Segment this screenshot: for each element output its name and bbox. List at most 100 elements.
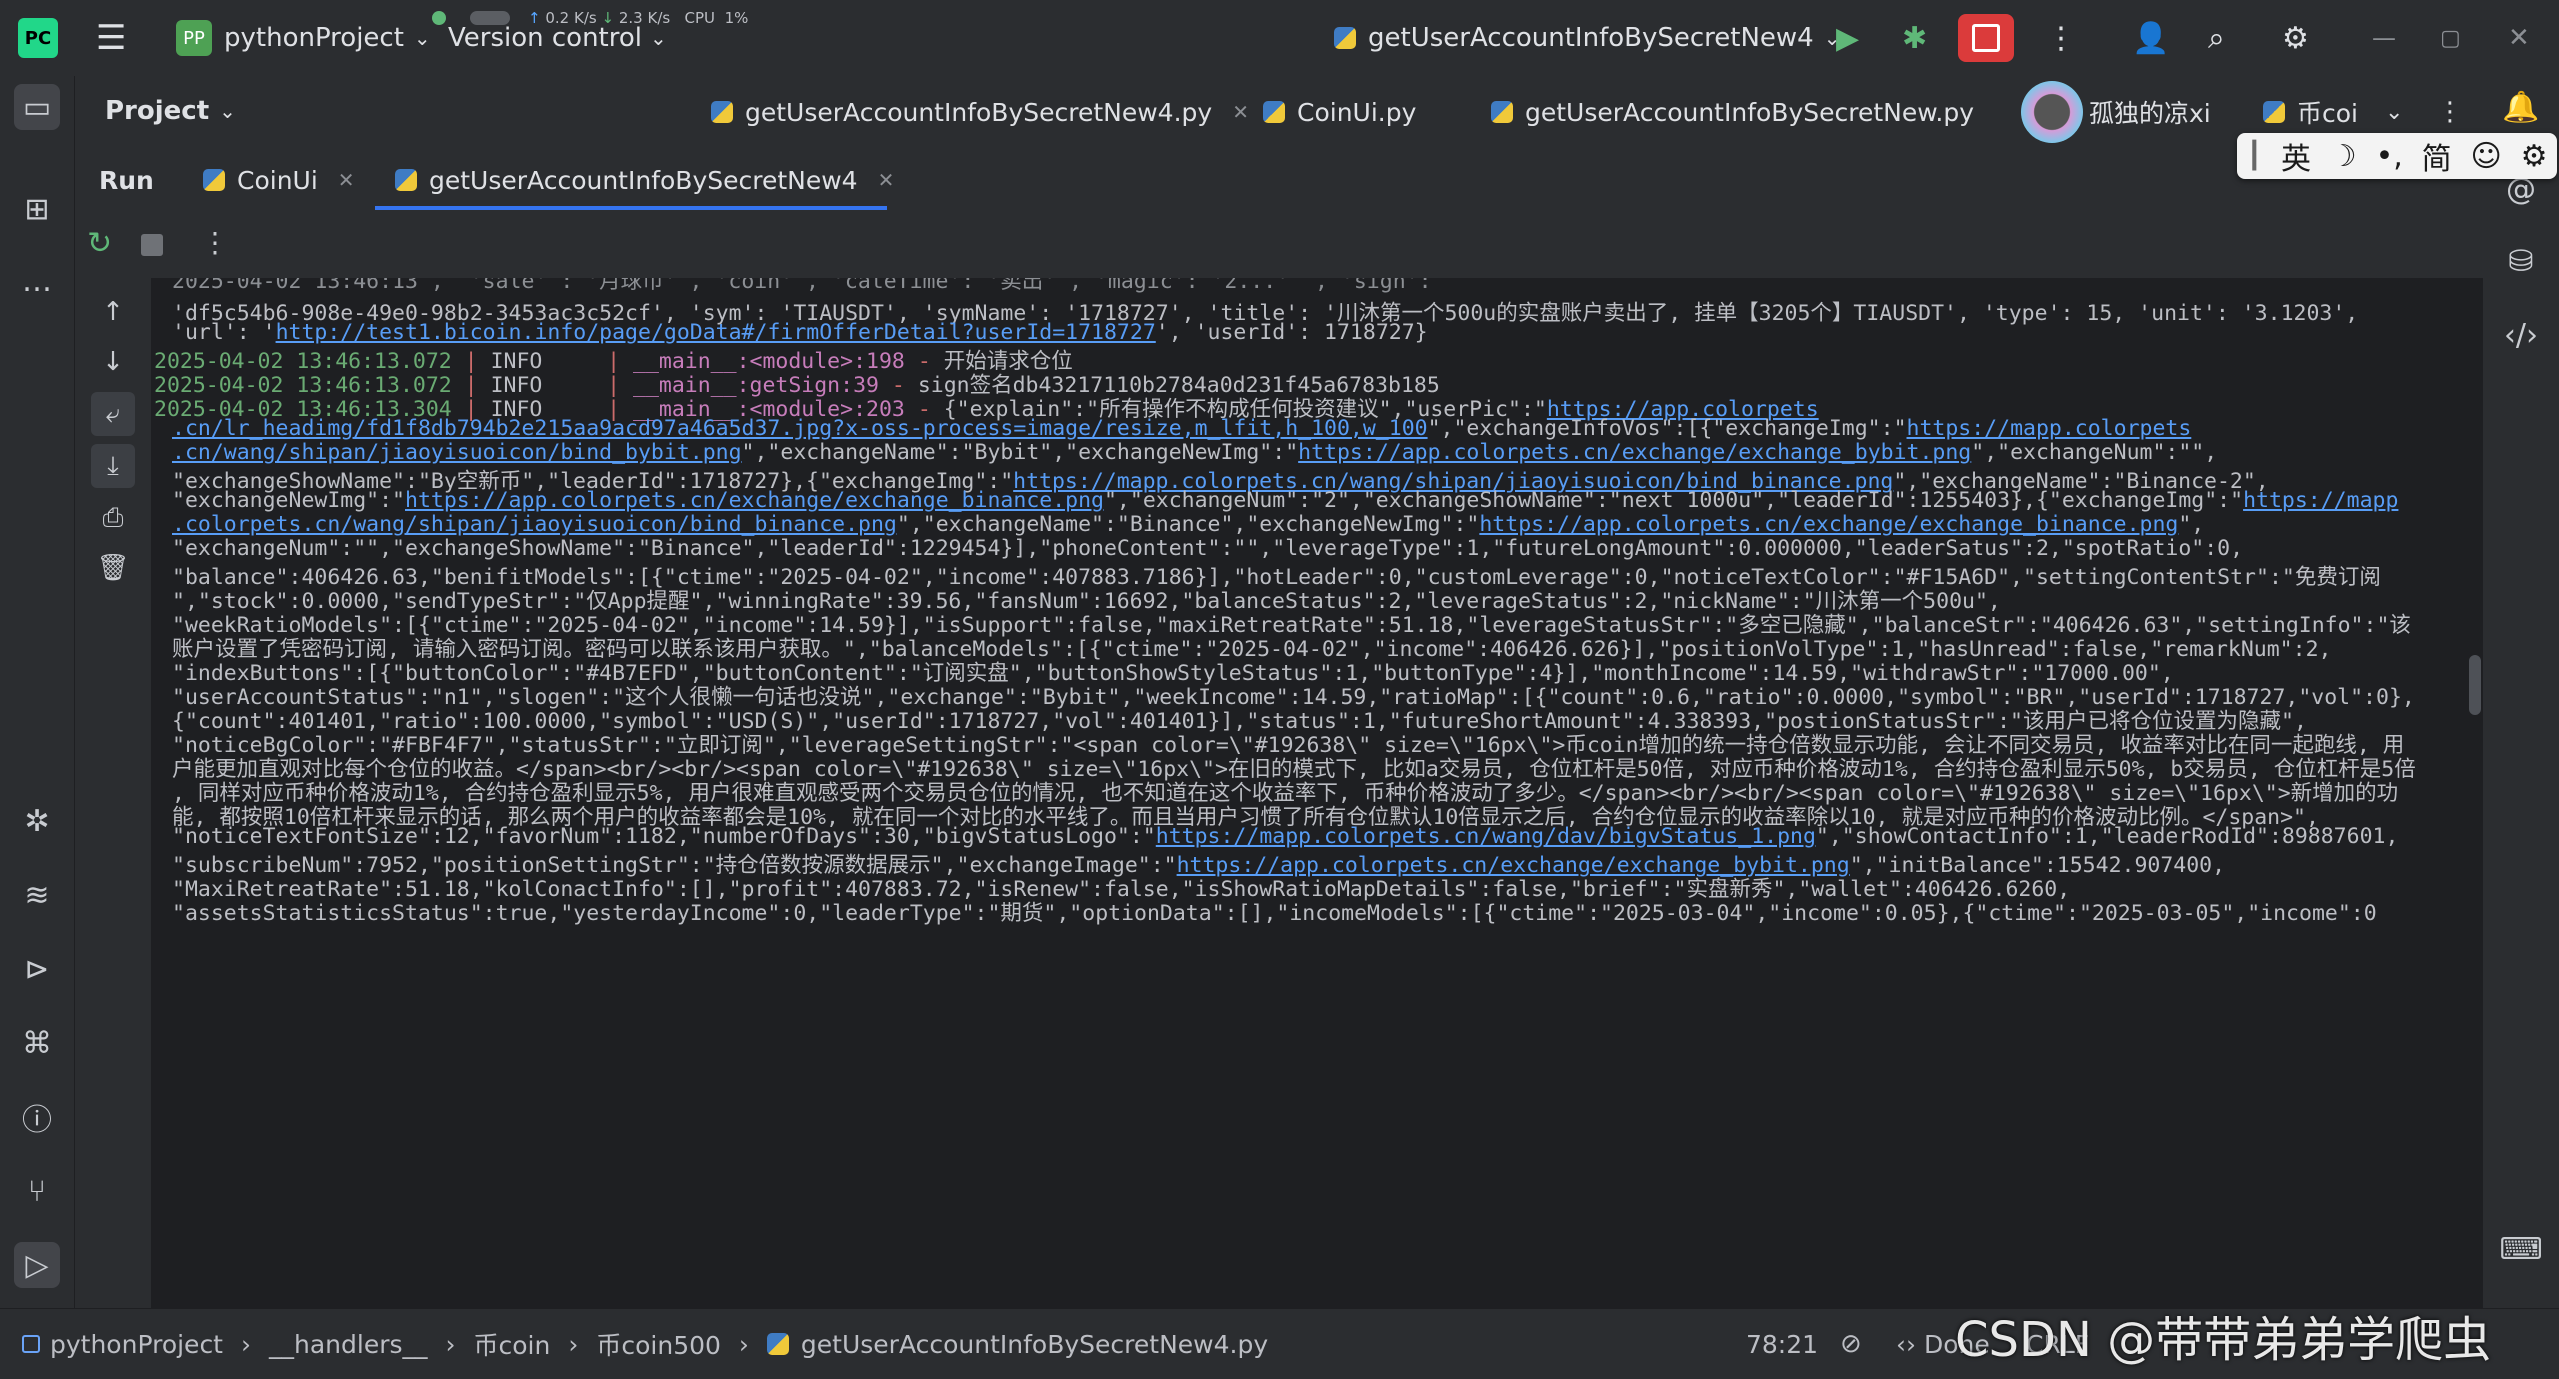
breadcrumb-item[interactable]: pythonProject xyxy=(50,1330,223,1359)
more-actions-icon[interactable]: ⋮ xyxy=(2046,18,2076,58)
console-line: "exchangeNewImg":"https://app.colorpets.… xyxy=(172,488,2398,513)
breadcrumb-item[interactable]: 币coin500 xyxy=(596,1326,721,1362)
breadcrumb-separator-icon: › xyxy=(445,1329,456,1359)
chevron-down-icon: ⌄ xyxy=(219,99,236,123)
watermark: CSDN @带带弟弟学爬虫 xyxy=(1955,1312,2492,1368)
editor-tab[interactable]: getUserAccountInfoBySecretNew.py xyxy=(1491,76,1974,148)
console-link[interactable]: http://test1.bicoin.info/page/goData#/fi… xyxy=(276,320,1156,345)
console-link[interactable]: https://app.colorpets.cn/exchange/exchan… xyxy=(1479,512,2178,537)
add-user-icon[interactable]: 👤 xyxy=(2132,18,2169,58)
console-text: ', 'userId': 1718727} xyxy=(1155,320,1428,345)
ime-settings-icon[interactable]: ⚙ xyxy=(2521,139,2548,174)
pycharm-logo-icon[interactable]: PC xyxy=(18,18,58,58)
run-config-selector[interactable]: getUserAccountInfoBySecretNew4 ⌄ xyxy=(1334,18,1841,58)
chevron-down-icon: ⌄ xyxy=(650,26,667,50)
stop-button[interactable] xyxy=(1958,14,2014,62)
more-tools-icon[interactable]: … xyxy=(14,258,60,304)
project-panel-header: Project ⌄ xyxy=(75,76,685,148)
terminal-icon[interactable]: ⌨ xyxy=(2498,1226,2544,1272)
console-line: 2025-04-02 13:46:13 , 'sale' : '月球币' , '… xyxy=(172,278,1444,295)
title-bar: PC ☰ PP pythonProject ⌄ ↑ 0.2 K/s ↓ 2.3 … xyxy=(0,0,2559,77)
layers-icon[interactable]: ≋ xyxy=(14,872,60,918)
dot-green-icon xyxy=(432,11,446,25)
problems-icon[interactable]: ⓘ xyxy=(14,1094,60,1140)
project-folder-icon[interactable]: ▭ xyxy=(14,84,60,130)
run-tab-active[interactable]: getUserAccountInfoBySecretNew4 ✕ xyxy=(395,148,894,212)
ime-punct-icon[interactable]: •, xyxy=(2376,139,2403,174)
ime-toolbar: ┃ 英 ☽ •, 简 ☺ ⚙ xyxy=(2237,133,2557,179)
scroll-to-end-icon[interactable]: ⤓ xyxy=(91,444,135,488)
close-window-icon[interactable]: ✕ xyxy=(2508,18,2530,58)
console-link[interactable]: .cn/lr_headimg/fd1f8db794b2e215aa9acd97a… xyxy=(172,416,1428,441)
endpoints-icon[interactable]: ‹/› xyxy=(2498,312,2544,358)
ime-mode-toggle[interactable]: 简 xyxy=(2422,134,2452,178)
stop-run-icon[interactable] xyxy=(141,234,163,256)
console-text: ","exchangeNum":"", xyxy=(1971,440,2218,465)
console-text: "exchangeNum":"","exchangeShowName":"Bin… xyxy=(172,536,2244,561)
console-text: ","showContactInfo":1,"leaderRodId":8988… xyxy=(1815,824,2399,849)
console-link[interactable]: .colorpets.cn/wang/shipan/jiaoyisuoicon/… xyxy=(172,512,897,537)
run-icon[interactable]: ▶ xyxy=(1836,18,1859,58)
soft-wrap-icon[interactable]: ⤶ xyxy=(91,392,135,436)
right-tool-window-bar: 🔔 @ ⛁ ‹/› ⌨ xyxy=(2482,76,2559,1308)
inspection-icon[interactable]: ⊘ xyxy=(1840,1309,1862,1379)
editor-tab[interactable]: CoinUi.py xyxy=(1263,76,1416,148)
console-link[interactable]: https://mapp.colorpets xyxy=(1907,416,2192,441)
cursor-position[interactable]: 78:21 xyxy=(1746,1309,1818,1379)
left-tool-window-bar: ▭ ⊞ … ✲ ≋ ⊳ ⌘ ⓘ ⑂ ▷ xyxy=(0,76,75,1308)
editor-tab-label: 孤独的凉xi xyxy=(2089,99,2211,128)
rerun-icon[interactable]: ↻ xyxy=(87,226,112,261)
search-icon[interactable]: ⌕ xyxy=(2208,18,2225,58)
breadcrumb-item[interactable]: __handlers__ xyxy=(269,1330,428,1359)
editor-tab[interactable]: 孤独的凉xi xyxy=(2021,76,2211,148)
trash-icon[interactable]: 🗑 xyxy=(91,546,135,590)
settings-gear-icon[interactable]: ⚙ xyxy=(2282,18,2309,58)
console-link[interactable]: https://app.colorpets.cn/exchange/exchan… xyxy=(1298,440,1971,465)
console-scrollbar[interactable] xyxy=(2469,655,2481,715)
breadcrumb-separator-icon: › xyxy=(568,1329,579,1359)
run-tab[interactable]: CoinUi ✕ xyxy=(203,148,355,212)
run-panel-icon[interactable]: ▷ xyxy=(14,1242,60,1288)
git-branch-icon[interactable]: ⑂ xyxy=(14,1168,60,1214)
maximize-icon[interactable]: ▢ xyxy=(2440,18,2461,58)
run-more-icon[interactable]: ⋮ xyxy=(201,226,229,259)
console-link[interactable]: https://mapp.colorpets.cn/wang/dav/bigvS… xyxy=(1156,824,1816,849)
notifications-bell-icon[interactable]: 🔔 xyxy=(2498,84,2544,130)
editor-tab-label: getUserAccountInfoBySecretNew4.py xyxy=(745,97,1213,127)
services-icon[interactable]: ⊳ xyxy=(14,946,60,992)
scroll-up-arrow-icon[interactable]: ↑ xyxy=(91,290,135,334)
project-panel-title-button[interactable]: Project ⌄ xyxy=(105,96,236,126)
close-tab-icon[interactable]: ✕ xyxy=(1232,100,1249,124)
project-badge: PP xyxy=(176,20,212,56)
console-link[interactable]: https://mapp xyxy=(2243,488,2398,513)
editor-tab-label: 币coi xyxy=(2297,99,2358,128)
console-line: "assetsStatisticsStatus":true,"yesterday… xyxy=(172,896,2377,927)
console-line: .cn/lr_headimg/fd1f8db794b2e215aa9acd97a… xyxy=(172,416,2191,441)
python-file-icon xyxy=(1334,27,1356,49)
close-tab-icon[interactable]: ✕ xyxy=(878,168,895,192)
scroll-down-arrow-icon[interactable]: ↓ xyxy=(91,340,135,384)
python-console-icon[interactable]: ⌘ xyxy=(14,1020,60,1066)
debug-bug-icon[interactable]: ✲ xyxy=(14,798,60,844)
structure-icon[interactable]: ⊞ xyxy=(14,186,60,232)
breadcrumb-item[interactable]: getUserAccountInfoBySecretNew4.py xyxy=(801,1330,1268,1359)
close-tab-icon[interactable]: ✕ xyxy=(338,168,355,192)
console-link[interactable]: .cn/wang/shipan/jiaoyisuoicon/bind_bybit… xyxy=(172,440,742,465)
ime-emoji-icon[interactable]: ☺ xyxy=(2471,139,2502,174)
editor-tab[interactable]: getUserAccountInfoBySecretNew4.py ✕ xyxy=(711,76,1249,148)
ime-moon-icon[interactable]: ☽ xyxy=(2330,139,2357,174)
project-switcher[interactable]: PP pythonProject ⌄ xyxy=(176,16,431,60)
version-control-menu[interactable]: Version control ⌄ xyxy=(448,22,667,54)
console-output[interactable]: 2025-04-02 13:46:13 , 'sale' : '月球币' , '… xyxy=(152,278,2460,1308)
minimize-icon[interactable]: — xyxy=(2372,18,2396,58)
console-side-actions: ↑ ↓ ⤶ ⤓ ⎙ 🗑 xyxy=(75,278,151,1308)
database-icon[interactable]: ⛁ xyxy=(2498,238,2544,284)
debug-icon[interactable]: ✱ xyxy=(1902,18,1927,58)
ime-lang-toggle[interactable]: 英 xyxy=(2281,134,2311,178)
console-text: ","exchangeNum":"2","exchangeShowName":"… xyxy=(1103,488,2244,513)
print-icon[interactable]: ⎙ xyxy=(91,496,135,540)
breadcrumb-item[interactable]: 币coin xyxy=(474,1326,551,1362)
console-link[interactable]: https://app.colorpets.cn/exchange/exchan… xyxy=(405,488,1104,513)
ime-handle-icon[interactable]: ┃ xyxy=(2246,141,2262,171)
main-menu-icon[interactable]: ☰ xyxy=(96,18,126,58)
